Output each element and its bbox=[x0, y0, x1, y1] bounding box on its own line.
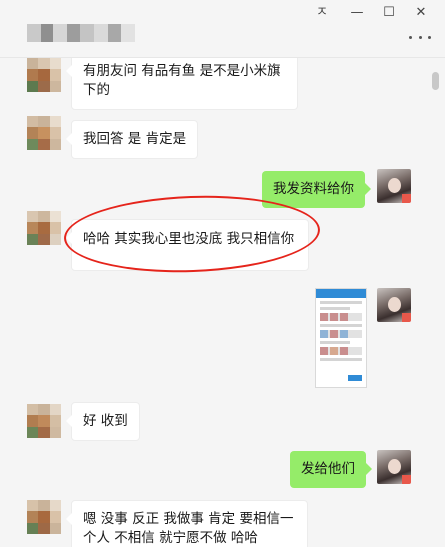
chat-area: 有朋友问 有品有鱼 是不是小米旗 下的 我回答 是 肯定是 我发资料给你 哈哈 … bbox=[0, 58, 445, 547]
close-button[interactable]: ✕ bbox=[409, 4, 433, 22]
image-thumbnail[interactable] bbox=[315, 288, 367, 388]
contact-avatar[interactable] bbox=[27, 404, 61, 438]
message-bubble[interactable]: 嗯 没事 反正 我做事 肯定 要相信一 个人 不相信 就宁愿不做 哈哈 bbox=[66, 500, 308, 547]
maximize-button[interactable]: ☐ bbox=[377, 4, 401, 22]
message-bubble[interactable]: 我回答 是 肯定是 bbox=[65, 120, 199, 159]
scrollbar-thumb[interactable] bbox=[432, 72, 439, 90]
my-avatar[interactable] bbox=[377, 169, 411, 203]
more-dots-icon[interactable] bbox=[409, 32, 431, 42]
minimize-button[interactable]: — bbox=[345, 4, 369, 22]
my-avatar[interactable] bbox=[377, 450, 411, 484]
message-bubble-sent[interactable]: 发给他们 bbox=[290, 451, 372, 488]
contact-name-blurred bbox=[27, 24, 135, 42]
pin-button[interactable]: ㅈ bbox=[310, 4, 334, 22]
contact-avatar[interactable] bbox=[27, 500, 61, 534]
message-bubble[interactable]: 有朋友问 有品有鱼 是不是小米旗 下的 bbox=[66, 58, 298, 110]
contact-avatar[interactable] bbox=[27, 116, 61, 150]
contact-avatar[interactable] bbox=[27, 58, 61, 92]
my-avatar[interactable] bbox=[377, 288, 411, 322]
contact-avatar[interactable] bbox=[27, 211, 61, 245]
title-bar: ㅈ — ☐ ✕ bbox=[0, 0, 445, 58]
message-bubble[interactable]: 好 收到 bbox=[66, 402, 140, 441]
